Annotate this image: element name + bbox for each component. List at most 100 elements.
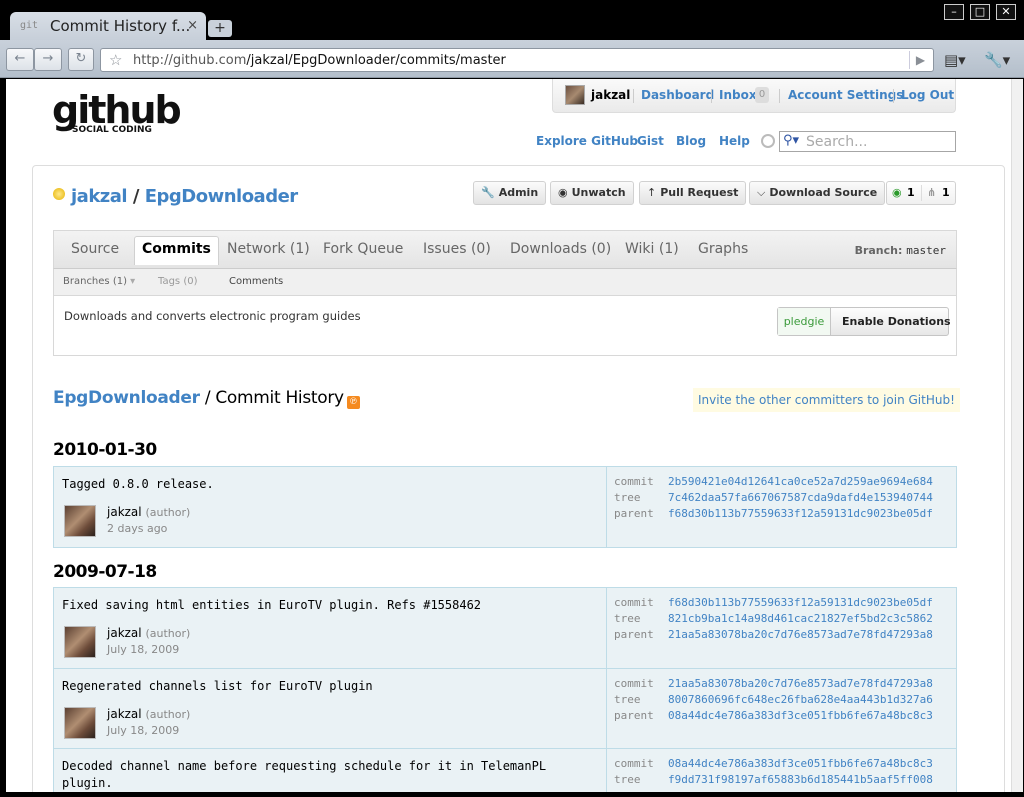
subtab-branches-label: Branches (1) [63, 276, 127, 287]
gist-link[interactable]: Gist [637, 134, 664, 148]
pull-request-button[interactable]: ↑ Pull Request [639, 181, 747, 205]
help-circle-icon [761, 134, 775, 148]
close-tab-icon[interactable]: × [187, 18, 198, 33]
history-suffix: / Commit History [199, 388, 344, 408]
branch-selector[interactable]: Branch: master [855, 244, 946, 257]
address-bar[interactable]: ☆ http://github.com/jakzal/EpgDownloader… [100, 48, 934, 72]
tab-fork-queue[interactable]: Fork Queue [323, 241, 403, 257]
parent-sha-row: parent 21aa5a83078ba20c7d76e8573ad7e78fd4… [614, 628, 933, 641]
search-box: ⚲▾ [779, 131, 956, 152]
commit-author: jakzal (author) [107, 505, 190, 519]
watchers-count[interactable]: 1 [907, 182, 915, 204]
commit-message[interactable]: Decoded channel name before requesting s… [62, 758, 592, 792]
commit-sha-link[interactable]: 08a44dc4e786a383df3ce051fbb6fe67a48bc8c3 [668, 757, 933, 770]
explore-github-link[interactable]: Explore GitHub [536, 134, 638, 148]
browser-tab[interactable]: git Commit History f... × [10, 12, 206, 40]
commit-meta: commit 2b590421e04d12641ca0ce52a7d259ae96… [606, 467, 956, 547]
search-icon[interactable]: ⚲▾ [783, 133, 799, 148]
repo-owner-link[interactable]: jakzal [71, 186, 128, 207]
browser-toolbar: ← → ↻ ☆ http://github.com/jakzal/EpgDown… [0, 40, 1024, 78]
tree-sha-row: tree 821cb9ba1c14a98d461cac21827ef5bd2c3c… [614, 612, 933, 625]
close-window-button[interactable]: ✕ [996, 4, 1016, 20]
tab-source[interactable]: Source [71, 241, 119, 257]
logo-main: github [52, 88, 182, 132]
subtab-comments[interactable]: Comments [229, 276, 283, 287]
blog-link[interactable]: Blog [676, 134, 706, 148]
commit-meta: commit f68d30b113b77559633f12a59131dc9023… [606, 588, 956, 668]
commit-sha-link[interactable]: 2b590421e04d12641ca0ce52a7d259ae9694e684 [668, 475, 933, 488]
bookmark-star-icon[interactable]: ☆ [109, 51, 122, 69]
commit-sha-row: commit 21aa5a83078ba20c7d76e8573ad7e78fd4… [614, 677, 933, 690]
logout-link[interactable]: Log Out [901, 88, 954, 102]
author-link[interactable]: jakzal [107, 707, 142, 721]
inbox-link[interactable]: Inbox [719, 88, 757, 102]
subtab-branches[interactable]: Branches (1) ▾ [63, 276, 135, 287]
tab-issues[interactable]: Issues (0) [423, 241, 491, 257]
commit-author: jakzal (author) [107, 707, 190, 721]
repo-description: Downloads and converts electronic progra… [64, 309, 361, 323]
tree-sha-link[interactable]: f9dd731f98197af65883b6d185441b5aaf5ff008 [668, 773, 933, 786]
page-icon[interactable]: ▤▾ [944, 51, 966, 69]
commit-sha-row: commit f68d30b113b77559633f12a59131dc9023… [614, 596, 933, 609]
repo-name-link[interactable]: EpgDownloader [145, 186, 298, 207]
avatar[interactable] [64, 626, 96, 658]
commit-message[interactable]: Tagged 0.8.0 release. [62, 476, 592, 493]
admin-button[interactable]: 🔧 Admin [473, 181, 547, 205]
download-source-button[interactable]: ⌵ Download Source [749, 181, 886, 205]
author-role: (author) [145, 506, 191, 519]
user-name[interactable]: jakzal [591, 88, 630, 102]
pull-request-button-label: Pull Request [660, 186, 739, 199]
parent-sha-link[interactable]: 08a44dc4e786a383df3ce051fbb6fe67a48bc8c3 [668, 709, 933, 722]
wrench-icon[interactable]: 🔧▾ [984, 51, 1010, 69]
play-arrow-icon[interactable]: ▶ [909, 51, 931, 69]
author-link[interactable]: jakzal [107, 505, 142, 519]
history-repo-link[interactable]: EpgDownloader [53, 388, 200, 408]
commit-row: Tagged 0.8.0 release. jakzal (author) 2 … [53, 466, 957, 548]
help-link[interactable]: Help [719, 134, 750, 148]
tab-commits[interactable]: Commits [134, 236, 219, 265]
commit-message[interactable]: Fixed saving html entities in EuroTV plu… [62, 597, 592, 614]
unwatch-button-label: Unwatch [571, 186, 626, 199]
commit-label: commit [614, 677, 654, 690]
tree-sha-link[interactable]: 7c462daa57fa667067587cda9dafd4e153940744 [668, 491, 933, 504]
branch-label: Branch: [854, 244, 903, 257]
dashboard-link[interactable]: Dashboard [641, 88, 714, 102]
author-link[interactable]: jakzal [107, 626, 142, 640]
tab-wiki[interactable]: Wiki (1) [625, 241, 679, 257]
avatar[interactable] [64, 505, 96, 537]
back-arrow-icon[interactable]: ← [6, 48, 34, 71]
tree-sha-link[interactable]: 8007860696fc648ec26fba628e4aa443b1d327a6 [668, 693, 933, 706]
invite-committers-link[interactable]: Invite the other committers to join GitH… [693, 388, 960, 412]
commit-message[interactable]: Regenerated channels list for EuroTV plu… [62, 678, 592, 695]
github-logo[interactable]: github SOCIAL CODING [52, 88, 182, 135]
scrollbar-thumb[interactable] [1014, 135, 1021, 195]
commit-sha-link[interactable]: f68d30b113b77559633f12a59131dc9023be05df [668, 596, 933, 609]
forks-count[interactable]: 1 [942, 182, 950, 204]
maximize-button[interactable]: □ [970, 4, 990, 20]
tab-network[interactable]: Network (1) [227, 241, 310, 257]
new-tab-button[interactable]: + [208, 20, 232, 37]
commit-sha-link[interactable]: 21aa5a83078ba20c7d76e8573ad7e78fd47293a8 [668, 677, 933, 690]
parent-sha-link[interactable]: f68d30b113b77559633f12a59131dc9023be05df [668, 507, 933, 520]
avatar[interactable] [64, 707, 96, 739]
tab-downloads[interactable]: Downloads (0) [510, 241, 611, 257]
account-settings-link[interactable]: Account Settings [788, 88, 903, 102]
commit-date: 2 days ago [107, 522, 168, 535]
rss-feed-icon[interactable]: ℗ [346, 396, 360, 409]
tree-sha-link[interactable]: 821cb9ba1c14a98d461cac21827ef5bd2c3c5862 [668, 612, 933, 625]
enable-donations-button[interactable]: pledgie Enable Donations [777, 307, 951, 336]
vertical-scrollbar[interactable] [1011, 79, 1023, 792]
reload-icon[interactable]: ↻ [68, 48, 94, 71]
search-input[interactable] [806, 134, 951, 149]
commit-label: commit [614, 475, 654, 488]
tab-graphs[interactable]: Graphs [698, 241, 748, 257]
forward-arrow-icon[interactable]: → [34, 48, 62, 71]
unwatch-button[interactable]: ◉ Unwatch [550, 181, 634, 205]
tree-label: tree [614, 773, 641, 786]
subtab-tags[interactable]: Tags (0) [158, 276, 197, 287]
commit-day-heading: 2009-07-18 [53, 562, 157, 582]
avatar[interactable] [565, 85, 585, 105]
parent-sha-link[interactable]: 21aa5a83078ba20c7d76e8573ad7e78fd47293a8 [668, 628, 933, 641]
tree-label: tree [614, 693, 641, 706]
minimize-button[interactable]: – [944, 4, 964, 20]
